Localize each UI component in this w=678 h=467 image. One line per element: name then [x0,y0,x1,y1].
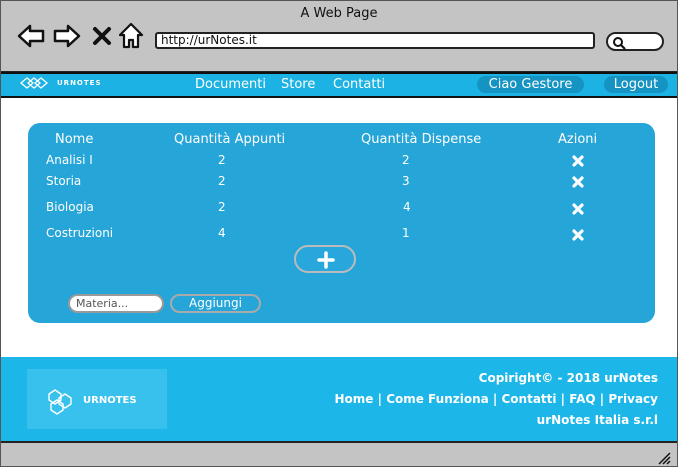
nav-link-store[interactable]: Store [281,77,315,92]
footer-link-separator: | [488,392,502,406]
row-nome: Analisi I [46,153,93,167]
brand-logo[interactable]: URNOTES [19,76,101,90]
column-header-dispense: Quantità Dispense [361,132,482,147]
nav-link-contatti[interactable]: Contatti [333,77,385,92]
footer-logo: URNOTES [27,369,167,429]
add-row-button[interactable] [294,245,356,273]
row-appunti: 2 [218,153,226,167]
urnotes-cubes-icon [48,389,72,415]
column-header-nome: Nome [55,132,94,147]
row-appunti: 2 [218,200,226,214]
row-dispense: 4 [403,200,411,214]
subjects-panel: Nome Quantità Appunti Quantità Dispense … [28,123,655,323]
footer-links: Home | Come Funziona | Contatti | FAQ | … [335,392,659,406]
browser-chrome: A Web Page http://urNotes.it [1,1,677,73]
row-nome: Storia [46,174,82,188]
search-icon [613,37,626,50]
site-navbar: URNOTES Documenti Store Contatti Ciao Ge… [1,72,677,98]
copyright-text: Copiright© - 2018 urNotes [478,371,658,385]
footer-link-home[interactable]: Home [335,392,374,406]
row-nome: Costruzioni [46,226,114,240]
window-title: A Web Page [300,6,378,21]
forward-icon[interactable] [52,23,82,53]
column-header-azioni: Azioni [558,132,598,147]
delete-icon[interactable] [571,175,585,189]
delete-icon[interactable] [571,154,585,168]
footer-link-separator: | [373,392,387,406]
browser-search-field[interactable] [606,32,664,51]
browser-status-bar [1,441,677,466]
back-icon[interactable] [16,23,46,53]
address-bar[interactable]: http://urNotes.it [155,32,595,49]
home-icon[interactable] [118,22,144,54]
row-appunti: 4 [218,226,226,240]
footer-brand-name: URNOTES [83,395,137,406]
row-dispense: 2 [402,153,410,167]
user-greeting[interactable]: Ciao Gestore [477,76,584,93]
row-dispense: 3 [402,174,410,188]
footer-link-privacy[interactable]: Privacy [608,392,658,406]
urnotes-logo-icon [19,77,49,89]
brand-name: URNOTES [57,79,102,87]
materia-input[interactable] [68,294,164,313]
footer-link-contatti[interactable]: Contatti [501,392,556,406]
row-appunti: 2 [218,174,226,188]
footer-link-faq[interactable]: FAQ [569,392,595,406]
delete-icon[interactable] [571,228,585,242]
footer-link-come-funziona[interactable]: Come Funziona [386,392,489,406]
row-nome: Biologia [46,200,94,214]
plus-icon [317,251,335,269]
company-name: urNotes Italia s.r.l [536,413,658,427]
aggiungi-button[interactable]: Aggiungi [170,294,261,313]
site-footer: URNOTES Copiright© - 2018 urNotes Home |… [1,357,677,441]
stop-icon[interactable] [92,26,112,50]
row-dispense: 1 [402,226,410,240]
browser-window: A Web Page http://urNotes.it URNOTES Doc… [0,0,678,467]
nav-link-documenti[interactable]: Documenti [195,77,266,92]
logout-button[interactable]: Logout [604,76,668,93]
resize-grip-icon[interactable] [655,449,671,465]
column-header-appunti: Quantità Appunti [174,132,286,147]
footer-link-separator: | [595,392,609,406]
delete-icon[interactable] [571,202,585,216]
footer-link-separator: | [556,392,570,406]
